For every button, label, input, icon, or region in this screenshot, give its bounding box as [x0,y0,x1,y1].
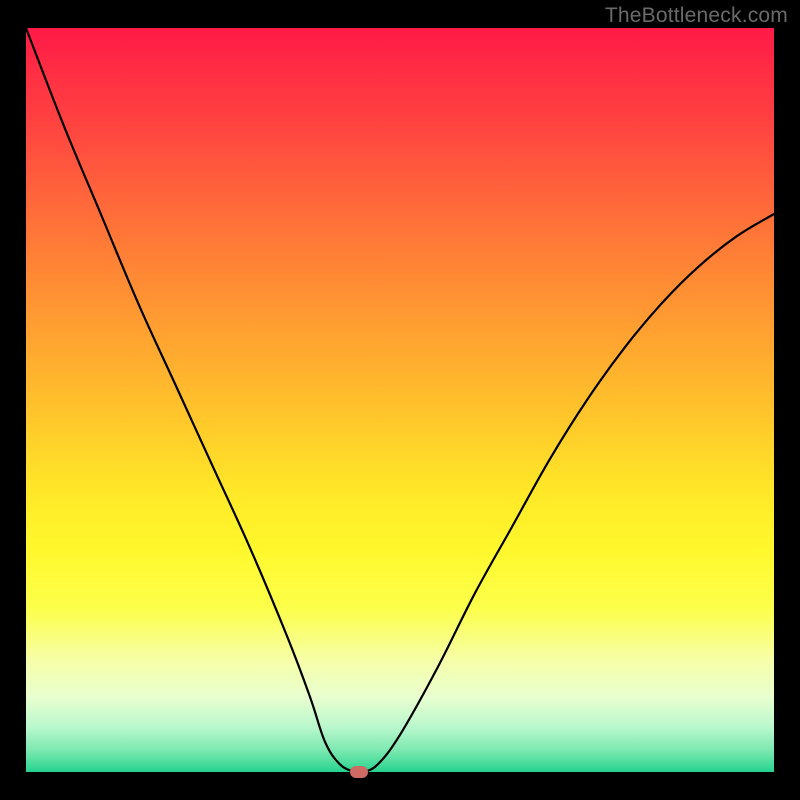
watermark-text: TheBottleneck.com [605,4,788,28]
optimal-point-marker [350,766,368,778]
chart-frame: TheBottleneck.com [0,0,800,800]
plot-area [26,28,774,772]
bottleneck-curve [26,28,774,772]
curve-path [26,28,774,773]
